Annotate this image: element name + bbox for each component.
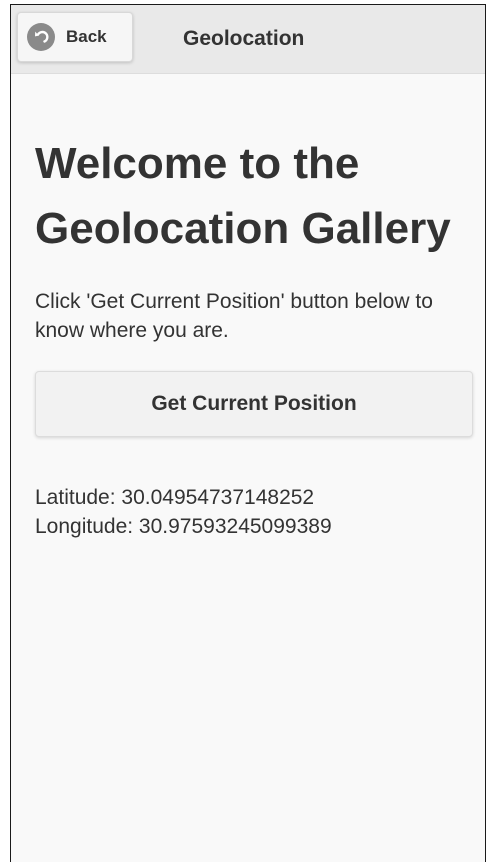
header-bar: Back Geolocation	[11, 5, 485, 74]
back-button[interactable]: Back	[17, 12, 133, 62]
get-current-position-label: Get Current Position	[151, 392, 357, 415]
back-arrow-icon	[27, 23, 55, 51]
get-current-position-button[interactable]: Get Current Position	[35, 371, 473, 437]
back-button-label: Back	[66, 27, 107, 46]
longitude-text: Longitude: 30.97593245099389	[35, 515, 332, 538]
main-content: Welcome to the Geolocation Gallery Click…	[35, 73, 473, 541]
page-title: Welcome to the Geolocation Gallery	[35, 139, 451, 253]
instructions-text: Click 'Get Current Position' button belo…	[35, 290, 433, 342]
latitude-text: Latitude: 30.04954737148252	[35, 486, 315, 509]
coordinates-output: Latitude: 30.04954737148252 Longitude: 3…	[35, 483, 473, 541]
app-frame: Back Geolocation Welcome to the Geolocat…	[10, 4, 486, 862]
header-title: Geolocation	[183, 27, 305, 50]
